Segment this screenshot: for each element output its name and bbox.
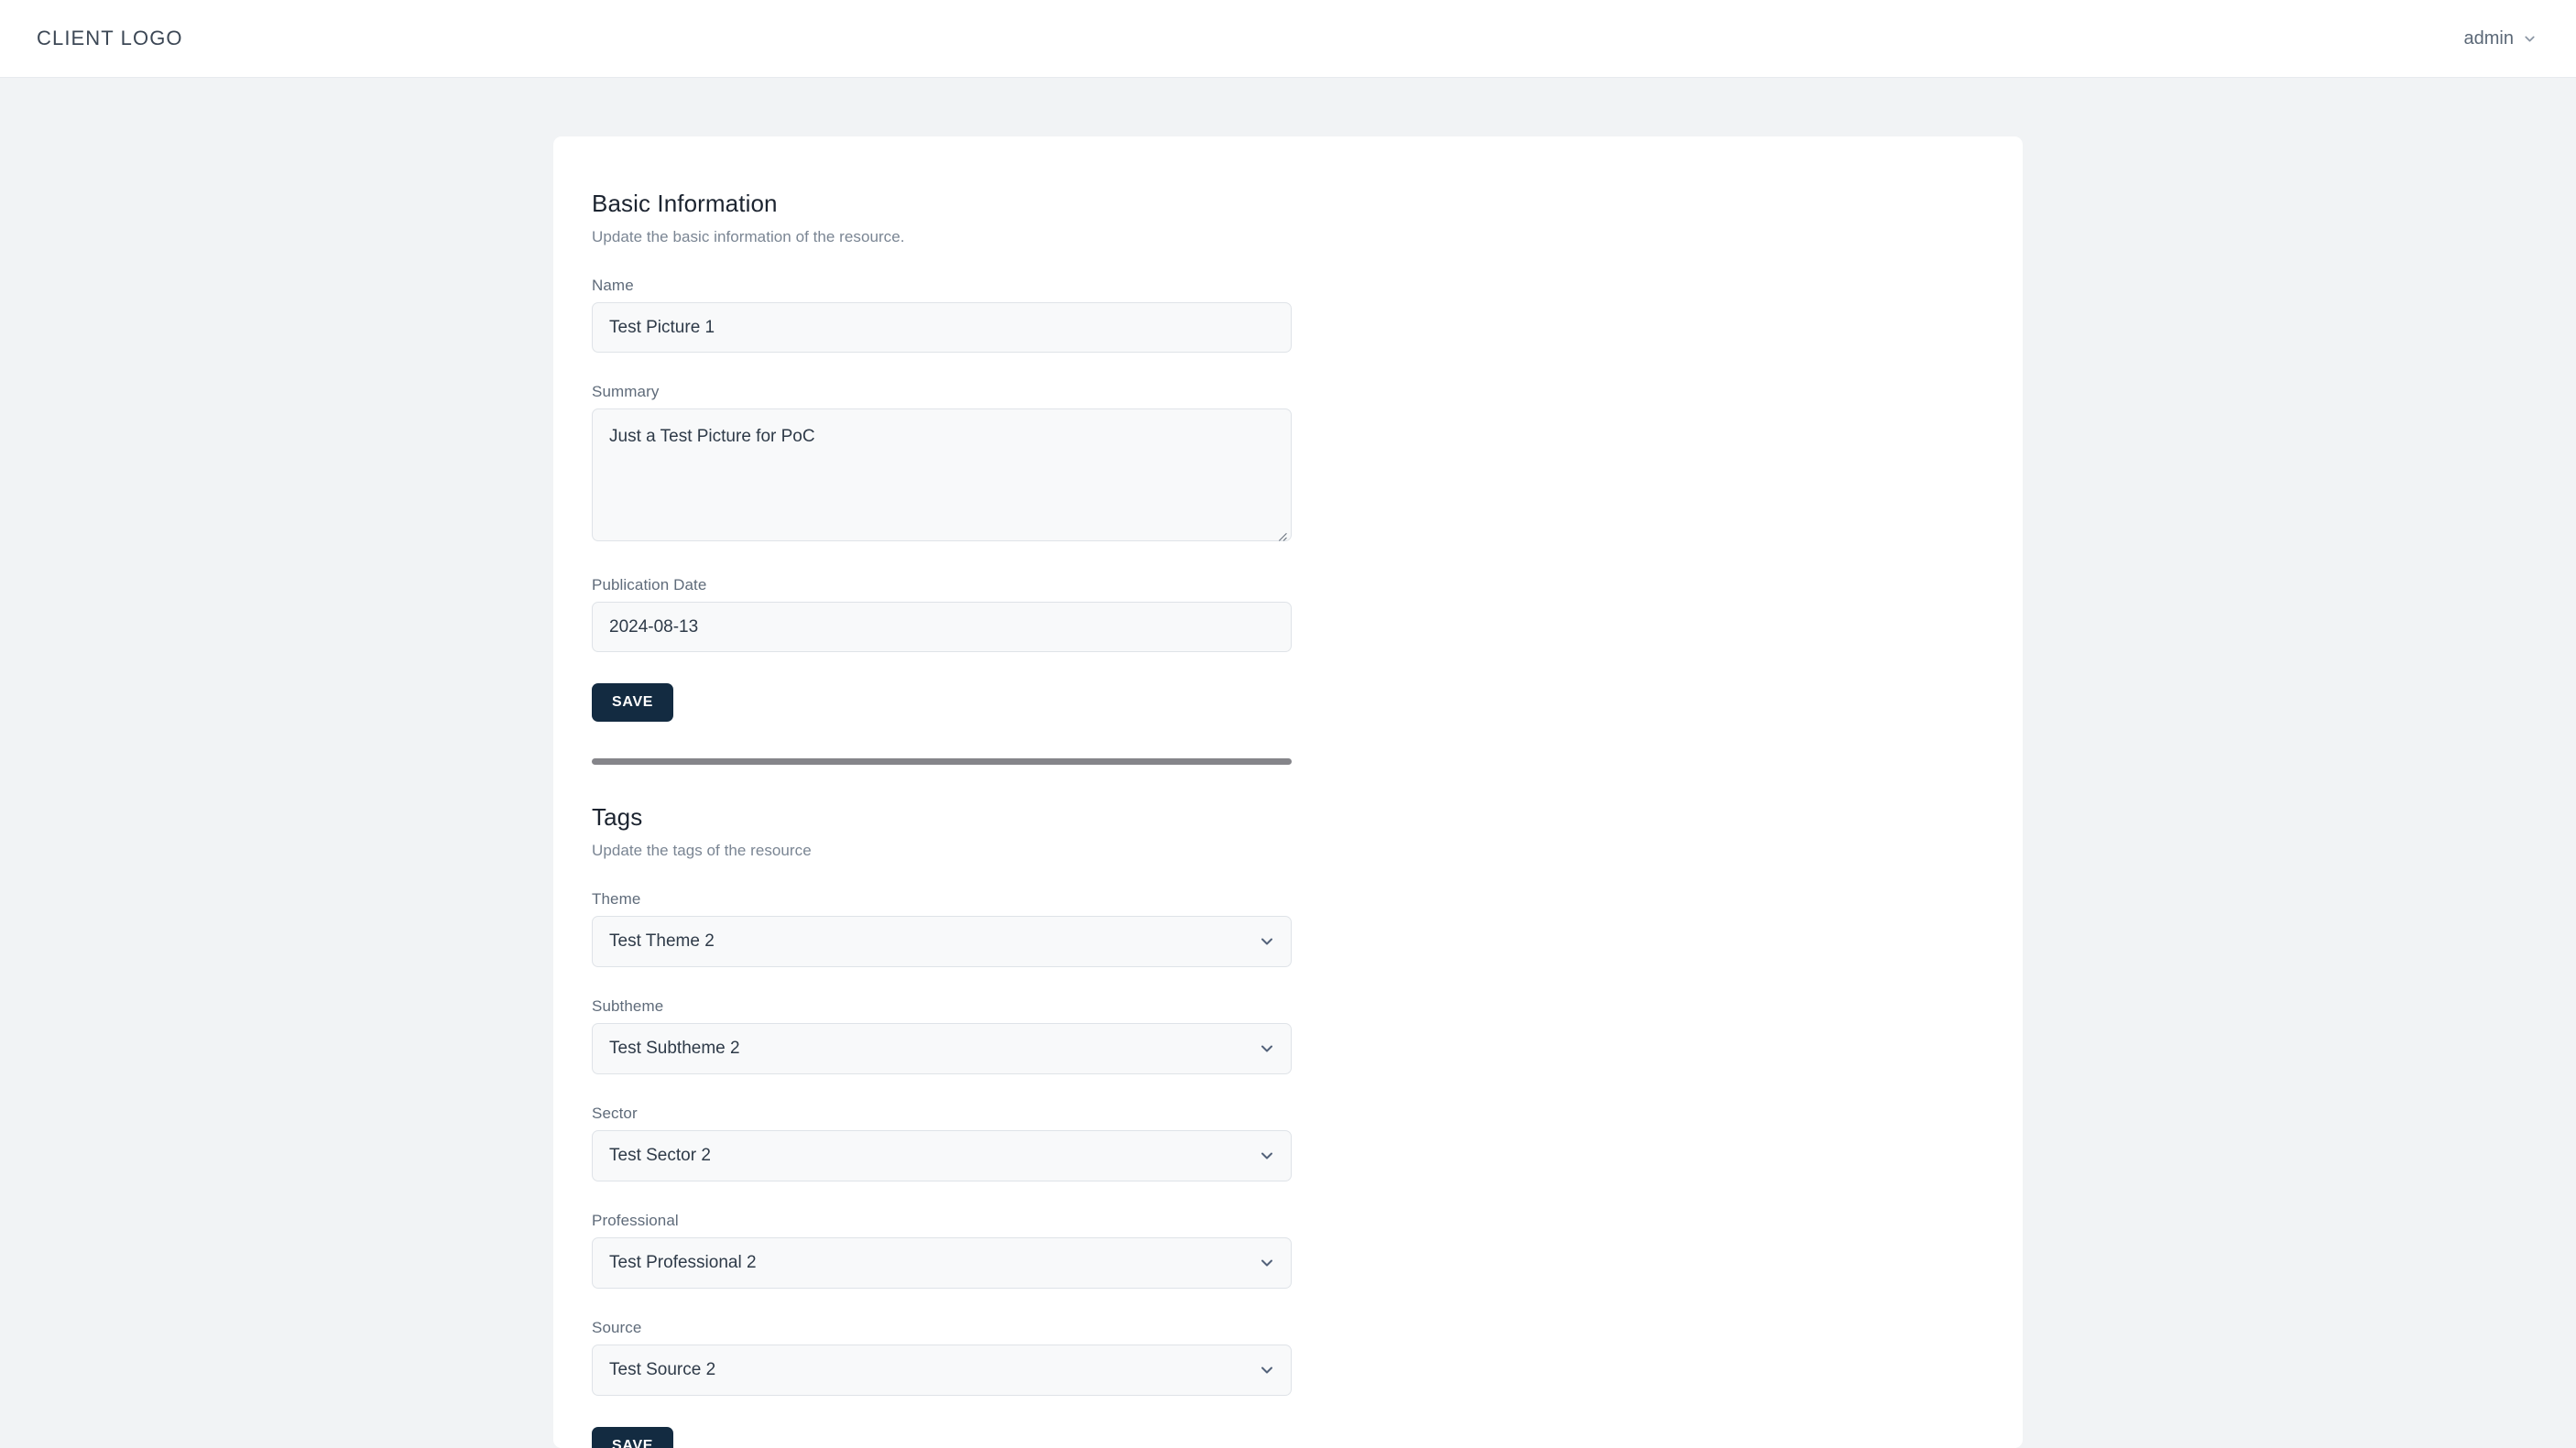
resource-edit-card: Basic Information Update the basic infor… <box>553 136 2023 1448</box>
name-input[interactable] <box>592 302 1292 353</box>
app-header: CLIENT LOGO admin <box>0 0 2576 78</box>
summary-textarea[interactable] <box>592 408 1292 541</box>
theme-label: Theme <box>592 890 1984 909</box>
subtheme-label: Subtheme <box>592 997 1984 1016</box>
theme-select[interactable]: Test Theme 2 <box>592 916 1292 967</box>
field-professional: Professional Test Professional 2 <box>592 1212 1984 1289</box>
field-summary: Summary <box>592 383 1984 546</box>
field-theme: Theme Test Theme 2 <box>592 890 1984 967</box>
tags-section: Tags Update the tags of the resource The… <box>592 803 1984 1448</box>
publication-date-input[interactable] <box>592 602 1292 652</box>
name-label: Name <box>592 277 1984 295</box>
source-label: Source <box>592 1319 1984 1337</box>
basic-information-title: Basic Information <box>592 190 1984 218</box>
user-menu-admin[interactable]: admin <box>2461 23 2541 55</box>
summary-label: Summary <box>592 383 1984 401</box>
source-select[interactable]: Test Source 2 <box>592 1345 1292 1396</box>
section-divider <box>592 758 1292 765</box>
basic-information-section: Basic Information Update the basic infor… <box>592 190 1984 722</box>
subtheme-select[interactable]: Test Subtheme 2 <box>592 1023 1292 1074</box>
tags-title: Tags <box>592 803 1984 832</box>
brand-logo: CLIENT LOGO <box>37 27 183 50</box>
field-publication-date: Publication Date <box>592 576 1984 652</box>
save-button-tags[interactable]: SAVE <box>592 1427 673 1448</box>
professional-label: Professional <box>592 1212 1984 1230</box>
user-menu-label: admin <box>2464 28 2514 49</box>
field-source: Source Test Source 2 <box>592 1319 1984 1396</box>
field-sector: Sector Test Sector 2 <box>592 1105 1984 1181</box>
page-body: Basic Information Update the basic infor… <box>0 78 2576 1448</box>
tags-subtitle: Update the tags of the resource <box>592 842 1984 860</box>
professional-select[interactable]: Test Professional 2 <box>592 1237 1292 1289</box>
basic-information-subtitle: Update the basic information of the reso… <box>592 228 1984 246</box>
sector-label: Sector <box>592 1105 1984 1123</box>
field-name: Name <box>592 277 1984 353</box>
field-subtheme: Subtheme Test Subtheme 2 <box>592 997 1984 1074</box>
chevron-down-icon <box>2522 31 2538 47</box>
save-button-basic-information[interactable]: SAVE <box>592 683 673 722</box>
publication-date-label: Publication Date <box>592 576 1984 594</box>
sector-select[interactable]: Test Sector 2 <box>592 1130 1292 1181</box>
